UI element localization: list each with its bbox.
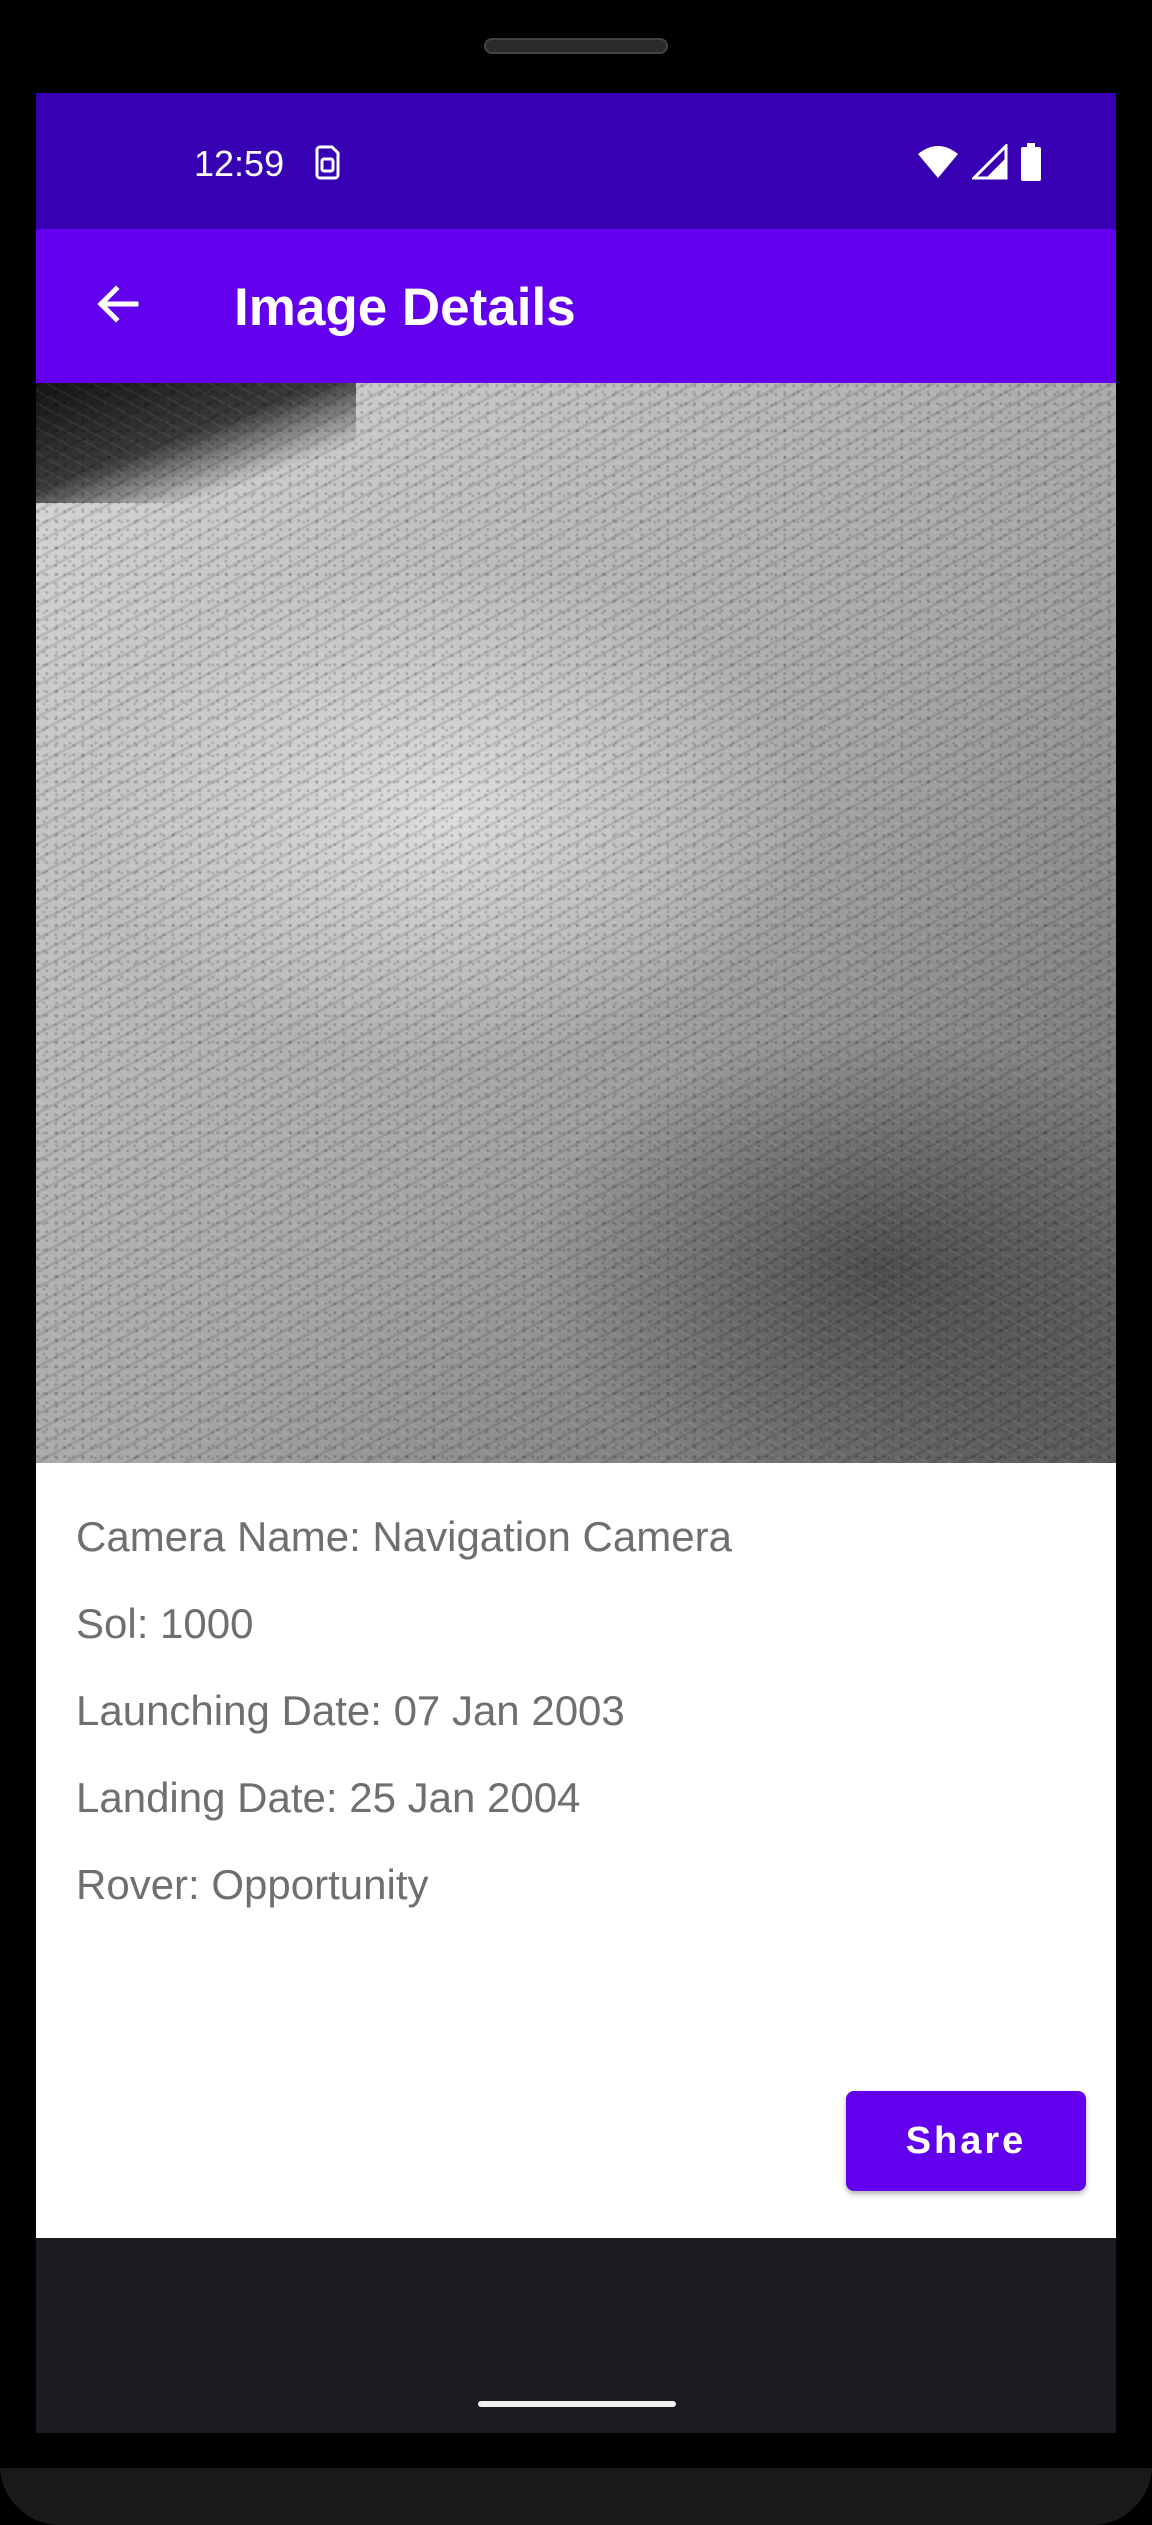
signal-icon <box>970 142 1008 185</box>
battery-icon <box>1020 143 1042 186</box>
share-button[interactable]: Share <box>846 2091 1086 2191</box>
landing-date-text: Landing Date: 25 Jan 2004 <box>76 1774 581 1821</box>
screen: 12:59 Image Details Camera Name: Navigat… <box>36 93 1116 2433</box>
status-bar: 12:59 <box>36 93 1116 229</box>
camera-name-text: Camera Name: Navigation Camera <box>76 1513 732 1560</box>
status-icons <box>916 142 1042 186</box>
rover-text: Rover: Opportunity <box>76 1861 429 1908</box>
rover-photo <box>36 383 1116 1463</box>
home-gesture-handle[interactable] <box>478 2401 676 2407</box>
navigation-bar <box>36 2238 1116 2433</box>
launching-date-text: Launching Date: 07 Jan 2003 <box>76 1687 625 1734</box>
back-button[interactable] <box>76 264 160 348</box>
status-time: 12:59 <box>194 143 285 184</box>
sol-text: Sol: 1000 <box>76 1600 254 1647</box>
page-title: Image Details <box>234 278 576 337</box>
wifi-icon <box>916 144 960 185</box>
speaker-grille <box>484 38 668 54</box>
device-frame: 12:59 Image Details Camera Name: Navigat… <box>0 0 1152 2525</box>
app-bar: Image Details <box>36 229 1116 383</box>
device-bottom-bezel <box>0 2468 1152 2525</box>
sim-card-icon <box>312 144 342 185</box>
arrow-back-icon <box>94 280 142 333</box>
